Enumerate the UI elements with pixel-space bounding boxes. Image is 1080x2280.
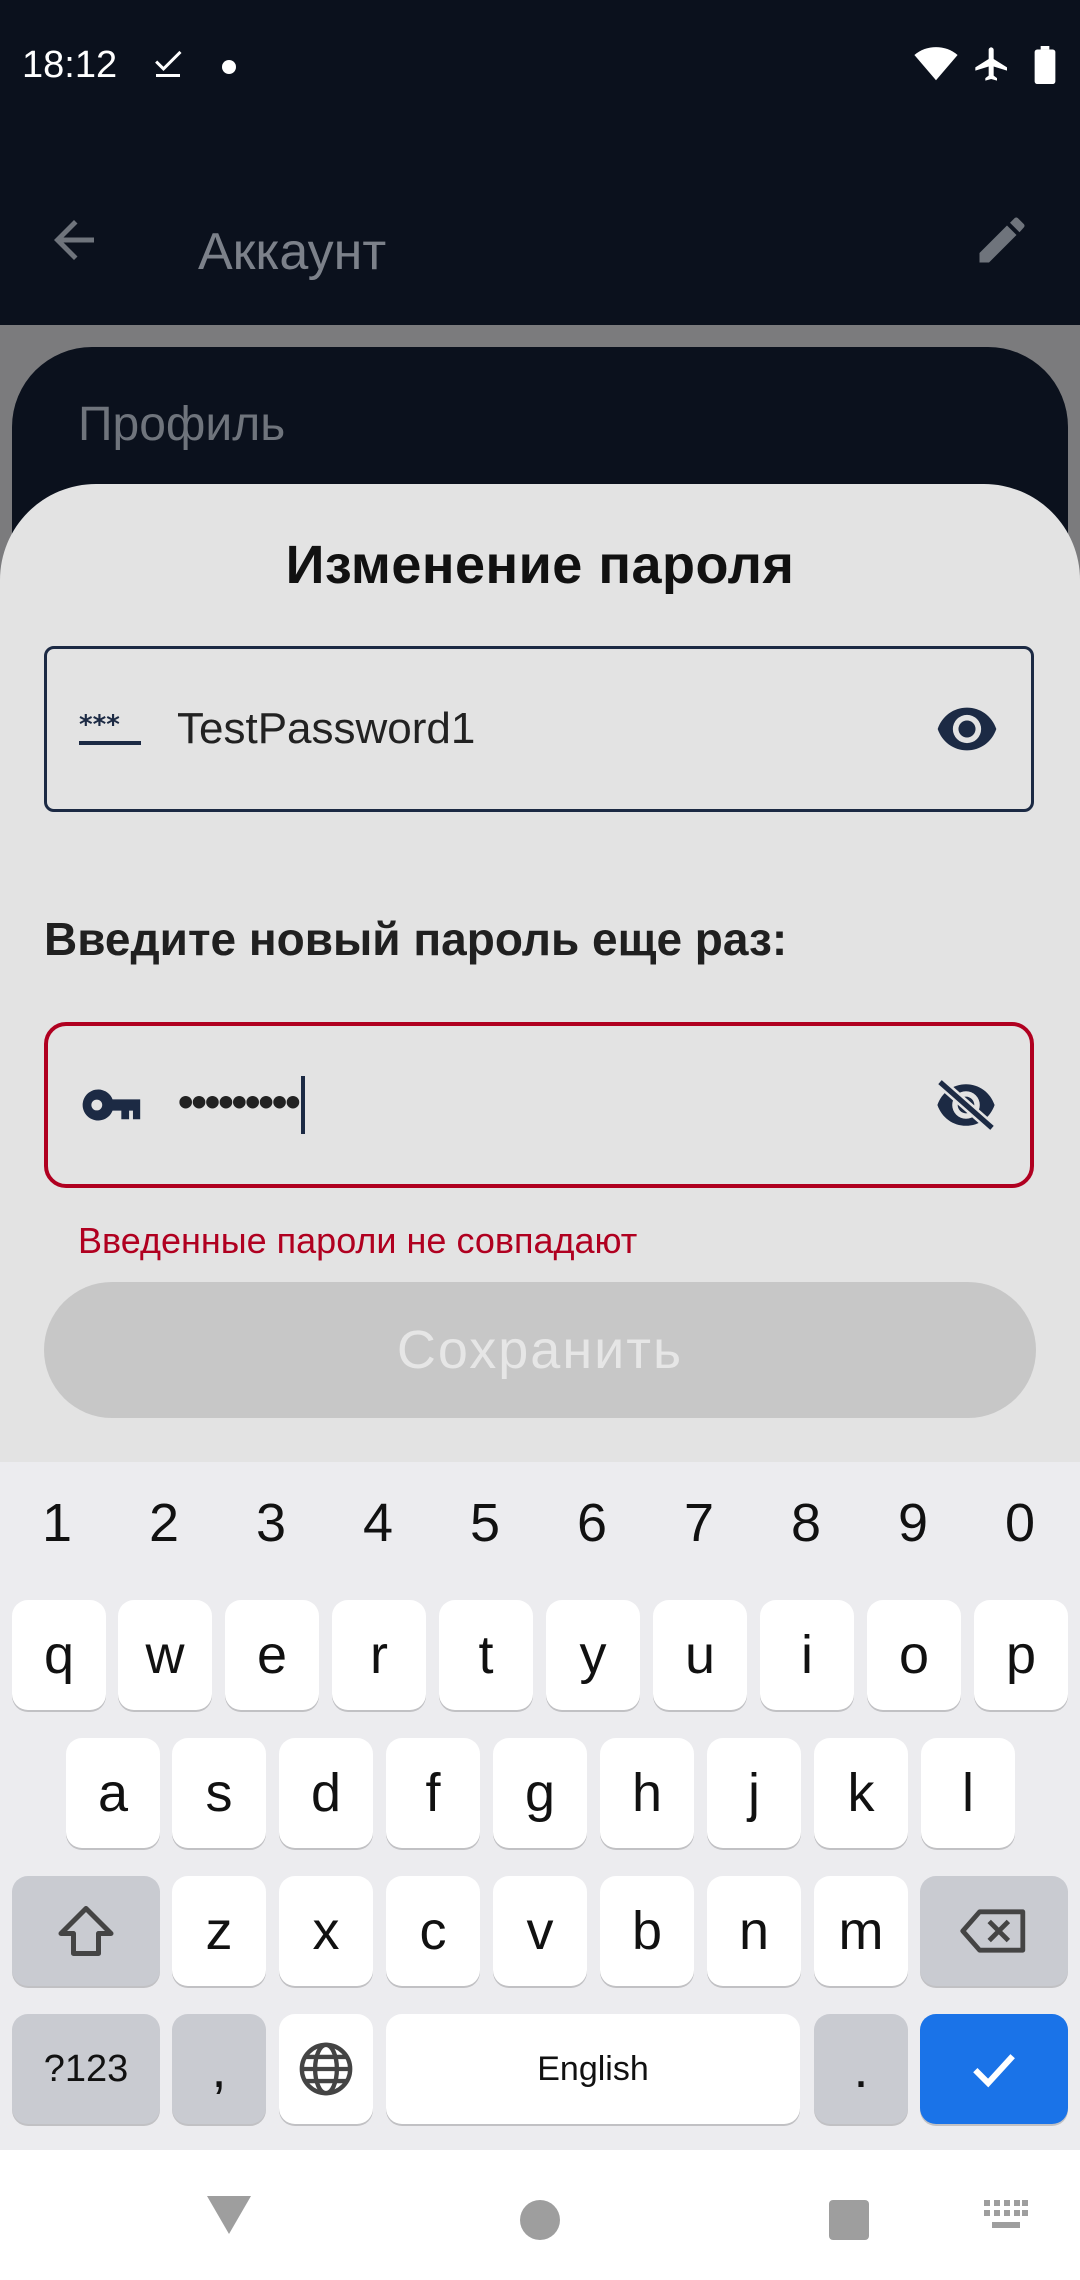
repeat-password-label: Введите новый пароль еще раз: [44,913,788,965]
key-0[interactable]: 0 [970,1492,1070,1554]
new-password-field[interactable]: *** TestPassword1 [44,646,1034,812]
shift-arrow-icon [56,1903,116,1959]
wifi-icon [914,46,958,82]
key-h[interactable]: h [600,1738,694,1848]
status-time: 18:12 [22,44,118,86]
repeat-password-field[interactable]: ••••••••• [44,1022,1034,1188]
key-1[interactable]: 1 [7,1492,107,1554]
svg-text:***: *** [79,710,120,740]
key-k[interactable]: k [814,1738,908,1848]
change-password-sheet: Изменение пароля *** TestPassword1 Введи… [0,484,1080,1484]
key-j[interactable]: j [707,1738,801,1848]
back-arrow-icon[interactable] [44,210,104,270]
key-5[interactable]: 5 [435,1492,535,1554]
key-p[interactable]: p [974,1600,1068,1710]
nav-back-icon[interactable] [205,2194,253,2236]
globe-icon [297,2040,355,2098]
system-nav-bar [0,2150,1080,2280]
enter-key[interactable] [920,2014,1068,2124]
new-password-value: TestPassword1 [177,704,476,753]
key-n[interactable]: n [707,1876,801,1986]
key-r[interactable]: r [332,1600,426,1710]
nav-recents-icon[interactable] [829,2200,869,2240]
key-c[interactable]: c [386,1876,480,1986]
key-g[interactable]: g [493,1738,587,1848]
key-i[interactable]: i [760,1600,854,1710]
download-done-icon [150,44,186,80]
save-button[interactable]: Сохранить [44,1282,1036,1418]
key-comma[interactable]: , [172,2014,266,2124]
text-cursor [300,1076,305,1134]
key-6[interactable]: 6 [542,1492,642,1554]
number-row: 1 2 3 4 5 6 7 8 9 0 [0,1492,1080,1582]
key-y[interactable]: y [546,1600,640,1710]
repeat-password-masked: ••••••••• [178,1077,301,1127]
key-d[interactable]: d [279,1738,373,1848]
app-bar: Аккаунт [0,140,1080,325]
key-e[interactable]: e [225,1600,319,1710]
key-s[interactable]: s [172,1738,266,1848]
sheet-title: Изменение пароля [285,535,795,595]
key-b[interactable]: b [600,1876,694,1986]
eye-icon[interactable] [935,707,999,751]
password-asterisks-icon: *** [79,709,143,749]
key-q[interactable]: q [12,1600,106,1710]
key-u[interactable]: u [653,1600,747,1710]
key-z[interactable]: z [172,1876,266,1986]
key-2[interactable]: 2 [114,1492,214,1554]
key-9[interactable]: 9 [863,1492,963,1554]
key-x[interactable]: x [279,1876,373,1986]
language-key[interactable] [279,2014,373,2124]
keyboard-switch-icon[interactable] [984,2200,1028,2234]
battery-icon [1034,46,1056,84]
backspace-key[interactable] [920,1876,1068,1986]
key-t[interactable]: t [439,1600,533,1710]
notification-dot-icon [222,60,236,74]
nav-home-icon[interactable] [520,2200,560,2240]
key-period[interactable]: . [814,2014,908,2124]
checkmark-icon [966,2041,1022,2097]
key-v[interactable]: v [493,1876,587,1986]
space-key[interactable]: English [386,2014,800,2124]
key-4[interactable]: 4 [328,1492,428,1554]
edit-pencil-icon[interactable] [972,210,1032,270]
shift-key[interactable] [12,1876,160,1986]
key-8[interactable]: 8 [756,1492,856,1554]
page-title: Аккаунт [198,223,387,281]
key-l[interactable]: l [921,1738,1015,1848]
key-a[interactable]: a [66,1738,160,1848]
soft-keyboard: 1 2 3 4 5 6 7 8 9 0 q w e r t y u i o p … [0,1462,1080,2150]
key-o[interactable]: o [867,1600,961,1710]
profile-section-title: Профиль [78,398,286,451]
key-f[interactable]: f [386,1738,480,1848]
backspace-icon [960,1907,1028,1955]
password-mismatch-error: Введенные пароли не совпадают [78,1220,638,1261]
key-w[interactable]: w [118,1600,212,1710]
eye-off-icon[interactable] [934,1079,998,1131]
key-m[interactable]: m [814,1876,908,1986]
repeat-password-value: ••••••••• [178,1076,305,1134]
airplane-mode-icon [972,44,1012,84]
key-icon [80,1088,142,1122]
key-7[interactable]: 7 [649,1492,749,1554]
symbols-key[interactable]: ?123 [12,2014,160,2124]
status-bar: 18:12 [0,0,1080,140]
key-3[interactable]: 3 [221,1492,321,1554]
